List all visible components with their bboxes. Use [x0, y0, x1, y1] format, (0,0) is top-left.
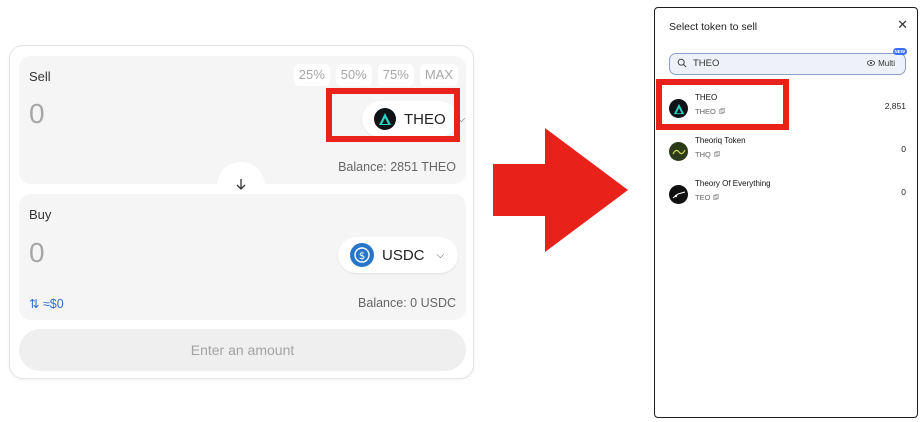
token-symbol-text: THQ: [695, 150, 711, 159]
sell-amount-input[interactable]: 0: [29, 98, 45, 130]
sell-balance: Balance: 2851 THEO: [338, 160, 456, 174]
buy-panel: Buy 0 $ USDC ⌵ ⇅ ≈$0 Balance: 0 USDC: [19, 194, 466, 320]
modal-title: Select token to sell: [669, 21, 758, 33]
percent-25-button[interactable]: 25%: [293, 64, 330, 86]
usdc-token-icon: $: [350, 243, 374, 267]
token-row-teo[interactable]: Theory Of Everything TEO 0: [669, 179, 906, 209]
token-name: Theoriq Token: [695, 136, 746, 145]
token-name: Theory Of Everything: [695, 179, 771, 188]
arrow-down-icon: [235, 177, 247, 195]
token-row-thq[interactable]: Theoriq Token THQ 0: [669, 136, 906, 166]
new-badge: NEW: [892, 48, 907, 55]
svg-text:$: $: [359, 251, 365, 262]
multi-toggle[interactable]: Multi: [867, 59, 895, 68]
token-balance: 0: [901, 144, 906, 154]
arrow-right-icon: [493, 128, 628, 252]
token-balance: 2,851: [884, 101, 906, 111]
token-symbol: THQ: [695, 150, 720, 159]
rate-toggle[interactable]: ⇅ ≈$0: [29, 296, 64, 311]
buy-token-name: USDC: [382, 246, 425, 264]
teo-token-icon: [669, 185, 688, 204]
token-search-input[interactable]: THEO Multi NEW: [669, 48, 907, 75]
search-value: THEO: [693, 58, 720, 69]
token-symbol-text: TEO: [695, 193, 711, 202]
eye-icon: [867, 59, 876, 68]
chevron-down-icon: ⌵: [436, 249, 445, 261]
max-button[interactable]: MAX: [419, 64, 458, 86]
copy-icon[interactable]: [714, 150, 720, 159]
enter-amount-button[interactable]: Enter an amount: [19, 329, 466, 371]
percent-50-button[interactable]: 50%: [335, 64, 372, 86]
buy-token-selector[interactable]: $ USDC ⌵: [338, 237, 458, 273]
sell-label: Sell: [29, 69, 51, 84]
percent-75-button[interactable]: 75%: [377, 64, 414, 86]
thq-token-icon: [669, 142, 688, 161]
search-icon: [677, 58, 687, 68]
multi-label: Multi: [878, 59, 895, 68]
percent-buttons: 25% 50% 75% MAX: [293, 64, 458, 86]
highlight-box-theo-row: [656, 79, 789, 130]
token-symbol: TEO: [695, 193, 720, 202]
buy-amount-input[interactable]: 0: [29, 237, 45, 269]
token-select-modal: Select token to sell ✕ THEO Multi NEW TH…: [654, 7, 918, 418]
highlight-box-sell-token: [326, 88, 460, 142]
token-balance: 0: [901, 187, 906, 197]
buy-label: Buy: [29, 207, 52, 222]
buy-balance: Balance: 0 USDC: [358, 296, 456, 310]
close-icon[interactable]: ✕: [897, 17, 908, 33]
copy-icon[interactable]: [713, 193, 720, 202]
